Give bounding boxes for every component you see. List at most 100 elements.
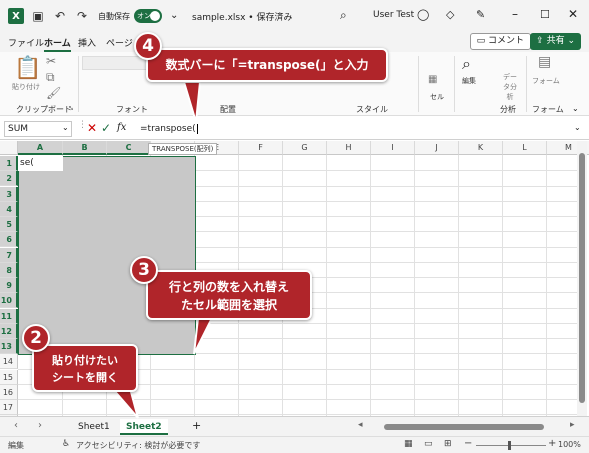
accessibility-status[interactable]: アクセシビリティ: 検討が必要です	[76, 440, 200, 451]
add-sheet-button[interactable]: +	[192, 419, 201, 432]
row-header-5[interactable]: 5	[0, 217, 18, 232]
zoom-level[interactable]: 100%	[558, 440, 581, 449]
user-name[interactable]: User Test	[373, 10, 414, 20]
selected-range[interactable]	[18, 156, 196, 355]
callout-3-badge: 3	[130, 256, 158, 284]
expand-formula-icon[interactable]: ⌄	[574, 123, 581, 132]
row-header-7[interactable]: 7	[0, 247, 18, 263]
row-header-6[interactable]: 6	[0, 232, 18, 248]
group-font: フォント	[116, 105, 148, 114]
horizontal-scrollbar[interactable]	[370, 423, 570, 431]
group-alignment: 配置	[220, 105, 236, 114]
row-header-10[interactable]: 10	[0, 293, 18, 309]
column-header-j[interactable]: J	[415, 141, 459, 155]
normal-view-icon[interactable]: ▦	[404, 439, 413, 449]
pen-icon[interactable]: ✎	[476, 8, 485, 21]
horizontal-scroll-thumb[interactable]	[384, 424, 544, 430]
prev-sheet-icon[interactable]: ‹	[14, 420, 18, 431]
minimize-icon[interactable]: –	[512, 7, 518, 21]
row-header-11[interactable]: 11	[0, 308, 18, 324]
avatar-icon[interactable]: ◯	[417, 8, 429, 21]
undo-icon[interactable]: ↶	[52, 8, 68, 24]
cell-button[interactable]: セル	[430, 92, 444, 102]
row-header-3[interactable]: 3	[0, 186, 18, 202]
row-header-1[interactable]: 1	[0, 156, 18, 171]
select-all-corner[interactable]	[0, 141, 18, 155]
column-header-l[interactable]: L	[503, 141, 547, 155]
zoom-out-icon[interactable]: −	[464, 438, 472, 449]
active-cell-a1[interactable]: se(	[18, 156, 63, 171]
page-layout-icon[interactable]: ▭	[424, 439, 433, 449]
copy-icon[interactable]: ⧉	[46, 70, 55, 85]
save-icon[interactable]: ▣	[30, 8, 46, 24]
column-header-b[interactable]: B	[63, 141, 107, 155]
row-header-13[interactable]: 13	[0, 339, 18, 354]
cell-icon[interactable]: ▦	[428, 74, 437, 85]
share-button[interactable]: ⇪ 共有 ⌄	[530, 33, 581, 50]
gridline-vertical	[370, 155, 371, 416]
zoom-slider[interactable]	[476, 445, 546, 446]
close-icon[interactable]: ✕	[568, 7, 578, 21]
row-header-12[interactable]: 12	[0, 323, 18, 339]
tab-file[interactable]: ファイル	[8, 36, 44, 49]
mode-indicator: 編集	[8, 441, 24, 450]
column-header-i[interactable]: I	[371, 141, 415, 155]
vertical-scrollbar[interactable]	[577, 141, 587, 416]
format-painter-icon[interactable]: 🖌	[46, 86, 61, 100]
zoom-in-icon[interactable]: +	[548, 438, 556, 449]
divider	[78, 56, 79, 112]
comment-button[interactable]: ▭ コメント	[469, 33, 531, 50]
customize-icon[interactable]: ⌄	[170, 10, 178, 21]
diamond-icon[interactable]: ◇	[446, 8, 454, 21]
gridline-vertical	[414, 155, 415, 416]
row-header-2[interactable]: 2	[0, 171, 18, 187]
tab-insert[interactable]: 挿入	[78, 36, 96, 49]
form-icon[interactable]: ▤	[538, 54, 551, 70]
group-analysis: 分析	[500, 105, 516, 114]
tab-page[interactable]: ページ	[106, 36, 133, 49]
search-icon[interactable]: ⌕	[340, 8, 347, 23]
row-header-16[interactable]: 16	[0, 384, 18, 400]
row-header-8[interactable]: 8	[0, 262, 18, 278]
column-header-a[interactable]: A	[18, 141, 63, 155]
callout-4-badge: 4	[134, 32, 162, 60]
cancel-icon[interactable]: ✕	[87, 121, 97, 135]
row-header-15[interactable]: 15	[0, 369, 18, 385]
paste-icon[interactable]: 📋	[14, 56, 41, 81]
name-box-dropdown-icon[interactable]: ⌄	[62, 123, 69, 132]
row-header-4[interactable]: 4	[0, 201, 18, 217]
vertical-scroll-thumb[interactable]	[579, 153, 585, 403]
formula-bar: SUM ⌄ ⋮ ✕ ✓ fx =transpose( ⌄	[0, 118, 589, 140]
autosave-label: 自動保存	[98, 12, 130, 21]
redo-icon[interactable]: ↷	[74, 8, 90, 24]
file-name[interactable]: sample.xlsx • 保存済み	[192, 10, 292, 23]
editing-button[interactable]: 編集	[462, 76, 476, 86]
page-break-icon[interactable]: ⊞	[444, 439, 452, 449]
ribbon-collapse-icon[interactable]: ⌄	[572, 104, 579, 113]
zoom-slider-thumb[interactable]	[508, 441, 511, 450]
column-header-h[interactable]: H	[327, 141, 371, 155]
row-header-9[interactable]: 9	[0, 278, 18, 293]
hscroll-right-icon[interactable]: ▸	[570, 420, 575, 430]
column-header-f[interactable]: F	[239, 141, 283, 155]
insert-function-icon[interactable]: fx	[117, 122, 126, 133]
clipboard-launcher-icon[interactable]: ↘	[68, 104, 74, 112]
autosave-toggle[interactable]: オン	[134, 9, 162, 23]
enter-icon[interactable]: ✓	[101, 121, 111, 135]
group-form: フォーム	[532, 105, 564, 114]
cut-icon[interactable]: ✂	[46, 54, 56, 68]
row-header-17[interactable]: 17	[0, 400, 18, 415]
hscroll-left-icon[interactable]: ◂	[358, 420, 363, 430]
row-header-14[interactable]: 14	[0, 354, 18, 370]
form-button[interactable]: フォーム	[532, 76, 560, 86]
column-header-g[interactable]: G	[283, 141, 327, 155]
tab-home[interactable]: ホーム	[44, 36, 71, 52]
column-header-c[interactable]: C	[107, 141, 151, 155]
search-icon[interactable]: ⌕	[462, 54, 471, 74]
next-sheet-icon[interactable]: ›	[38, 420, 42, 431]
analyze-data-button[interactable]: データ分析	[500, 72, 520, 102]
maximize-icon[interactable]: ☐	[540, 8, 550, 21]
callout-2: 貼り付けたい シートを開く	[32, 344, 138, 392]
accessibility-icon[interactable]: ♿	[62, 439, 70, 449]
column-header-k[interactable]: K	[459, 141, 503, 155]
